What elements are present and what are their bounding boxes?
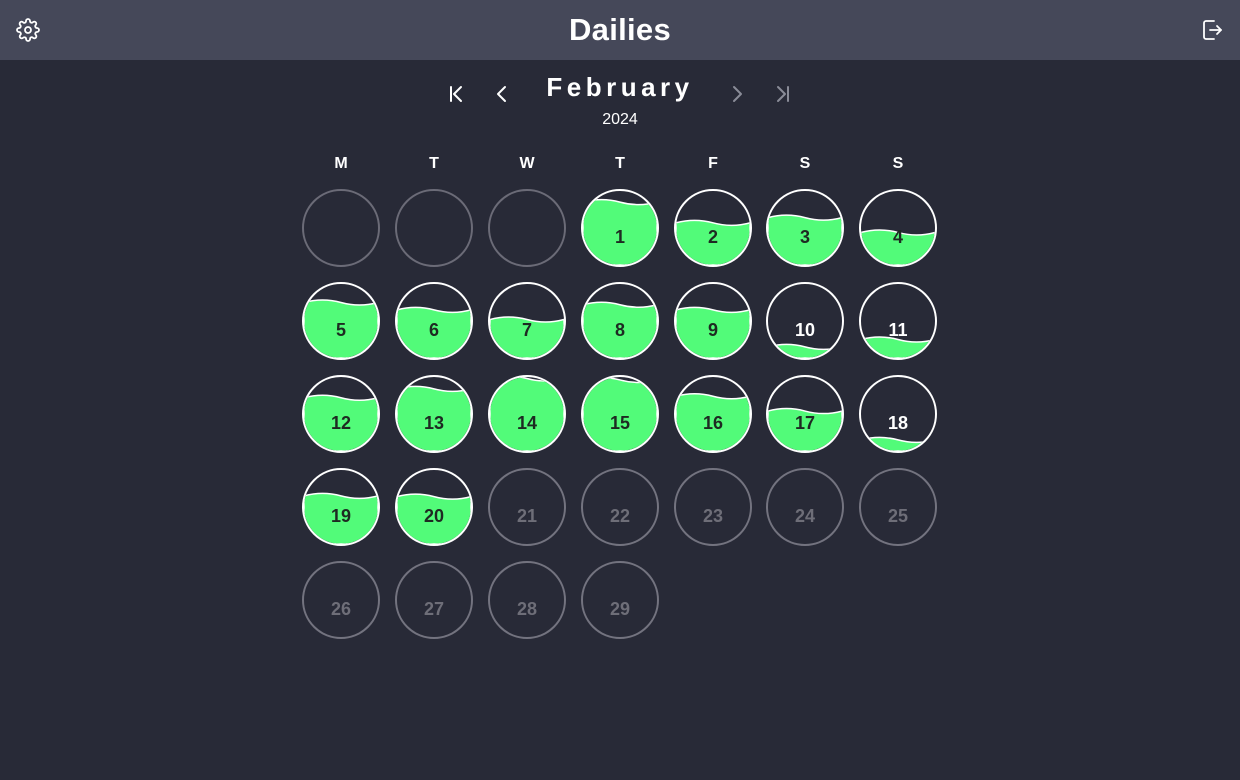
day-cell-2[interactable]: 2 [674,189,752,267]
weekday-label: T [429,155,439,172]
day-cell-13[interactable]: 13 [395,375,473,453]
day-number: 7 [521,320,532,340]
day-cell-20[interactable]: 20 [395,468,473,546]
weekday-label: M [334,155,348,172]
day-number: 26 [330,599,352,619]
day-number: 17 [794,413,816,433]
day-number: 22 [609,506,631,526]
day-cell-6[interactable]: 6 [395,282,473,360]
day-cell-25[interactable]: 25 [859,468,937,546]
chevron-right-icon [733,86,742,102]
day-cell-11[interactable]: 11 [859,282,937,360]
day-number: 4 [892,227,903,247]
day-number: 21 [516,506,538,526]
day-number: 27 [423,599,445,619]
logout-icon [1203,20,1222,40]
day-cell-23[interactable]: 23 [674,468,752,546]
day-number: 29 [609,599,631,619]
day-number: 8 [614,320,625,340]
day-cell-7[interactable]: 7 [488,282,566,360]
day-number: 15 [609,413,631,433]
day-number: 2 [707,227,718,247]
empty-day-cell [302,189,380,267]
day-cell-3[interactable]: 3 [766,189,844,267]
day-cell-5[interactable]: 5 [302,282,380,360]
day-number: 23 [702,506,724,526]
day-cell-10[interactable]: 10 [766,282,844,360]
skip-to-last-icon [777,86,789,102]
day-number: 14 [516,413,538,433]
day-cell-22[interactable]: 22 [581,468,659,546]
empty-day-cell [488,189,566,267]
app-title: Dailies [568,12,672,47]
day-number: 18 [887,413,909,433]
day-number: 3 [799,227,810,247]
day-cell-1[interactable]: 1 [581,189,659,267]
day-cell-19[interactable]: 19 [302,468,380,546]
weekday-label: S [892,155,904,172]
day-cell-26[interactable]: 26 [302,561,380,639]
weekday-label: F [708,155,718,172]
day-cell-8[interactable]: 8 [581,282,659,360]
empty-day-cell [395,189,473,267]
day-number: 19 [330,506,352,526]
month-navigation: February 2024 [0,68,1240,138]
day-number: 9 [707,320,718,340]
day-cell-17[interactable]: 17 [766,375,844,453]
day-cell-4[interactable]: 4 [859,189,937,267]
day-number: 12 [330,413,352,433]
weekday-label: T [615,155,625,172]
day-number: 28 [516,599,538,619]
day-cell-9[interactable]: 9 [674,282,752,360]
day-number: 10 [794,320,816,340]
day-cell-27[interactable]: 27 [395,561,473,639]
weekday-label: S [799,155,811,172]
day-number: 6 [428,320,439,340]
day-number: 20 [423,506,445,526]
weekday-label: W [519,155,535,172]
month-name: February [546,72,694,102]
day-cell-16[interactable]: 16 [674,375,752,453]
day-cell-15[interactable]: 15 [581,375,659,453]
day-number: 1 [614,227,625,247]
day-cell-24[interactable]: 24 [766,468,844,546]
day-cell-21[interactable]: 21 [488,468,566,546]
year-label: 2024 [602,111,638,128]
next-month-button[interactable] [719,76,755,112]
day-cell-12[interactable]: 12 [302,375,380,453]
day-cell-14[interactable]: 14 [488,375,566,453]
day-number: 5 [335,320,346,340]
day-number: 11 [888,320,908,340]
day-number: 16 [702,413,724,433]
day-number: 24 [794,506,816,526]
app-header: Dailies [0,0,1240,60]
logout-button[interactable] [1196,14,1228,46]
day-cell-18[interactable]: 18 [859,375,937,453]
day-cell-28[interactable]: 28 [488,561,566,639]
day-number: 13 [423,413,445,433]
last-month-button[interactable] [764,76,800,112]
day-number: 25 [887,506,909,526]
day-cell-29[interactable]: 29 [581,561,659,639]
